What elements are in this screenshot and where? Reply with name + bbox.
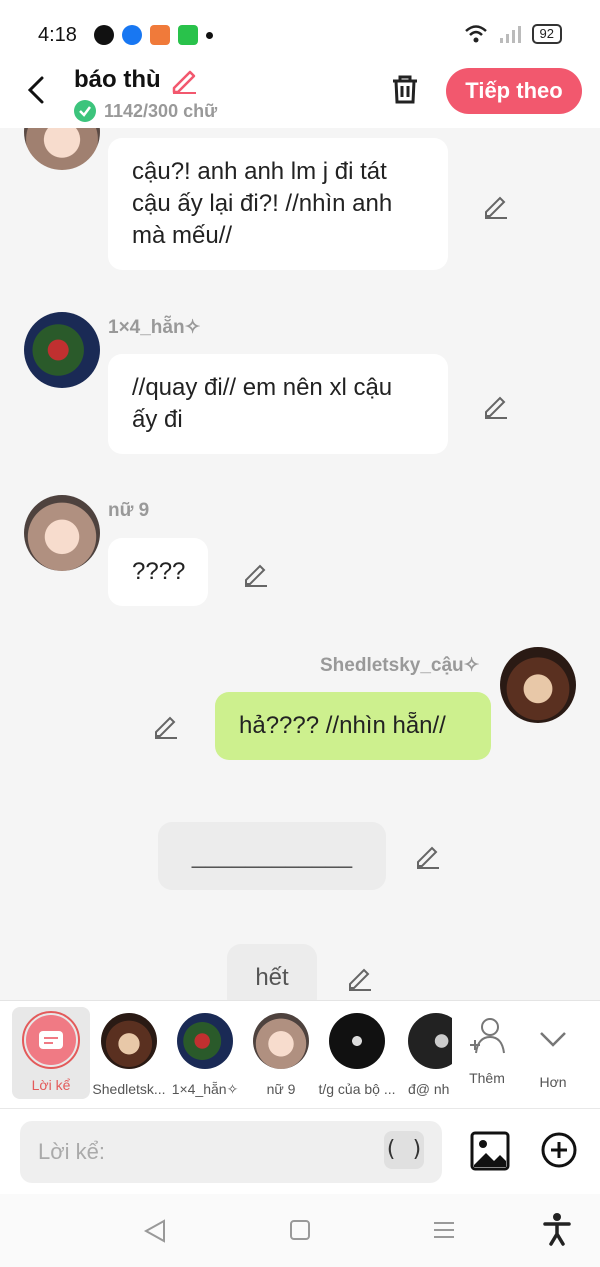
character-1x4-han[interactable]: 1×4_hẵn✧ (164, 1011, 246, 1098)
battery-indicator: 92 (531, 24, 562, 44)
character-nu9[interactable]: nữ 9 (240, 1011, 322, 1097)
character-label: Shedletsk... (92, 1081, 166, 1097)
add-icon[interactable] (540, 1131, 578, 1169)
avatar-nu9[interactable] (24, 495, 100, 571)
avatar (177, 1013, 233, 1069)
character-label: đ@ nh (408, 1081, 450, 1097)
chat-area[interactable]: cậu?! anh anh lm j đi tát cậu ấy lại đi?… (0, 128, 600, 1000)
character-label: 1×4_hẵn✧ (171, 1081, 239, 1097)
character-narrator[interactable]: Lời kể (12, 1007, 90, 1099)
edit-message-icon[interactable] (482, 392, 510, 420)
narration-input[interactable]: Lời kể: (20, 1121, 442, 1183)
action-parentheses-button[interactable]: ( ) (384, 1131, 424, 1169)
others-label: Hơn (539, 1074, 567, 1090)
nav-home-icon[interactable] (288, 1218, 312, 1242)
status-right: 92 (464, 24, 562, 44)
more-notifications-dot (206, 31, 213, 39)
edit-message-icon[interactable] (482, 192, 510, 220)
avatar (408, 1013, 452, 1069)
edit-message-icon[interactable] (414, 842, 442, 870)
avatar (329, 1013, 385, 1069)
trash-icon[interactable] (388, 72, 422, 106)
character-dn[interactable]: đ@ nh (392, 1011, 452, 1097)
accessibility-icon[interactable] (542, 1212, 572, 1246)
add-person-icon (470, 1018, 505, 1054)
message-bubble[interactable]: cậu?! anh anh lm j đi tát cậu ấy lại đi?… (108, 138, 448, 270)
edit-message-icon[interactable] (346, 964, 374, 992)
chevron-down-icon (540, 1032, 566, 1047)
character-label: Lời kể (31, 1077, 71, 1093)
message-bubble[interactable]: //quay đi// em nên xl cậu ấy đi (108, 354, 448, 454)
edit-message-icon[interactable] (152, 712, 180, 740)
narrator-icon (26, 1015, 76, 1065)
game-app-icon (150, 25, 170, 45)
character-label: nữ 9 (266, 1081, 296, 1097)
character-shedletsky[interactable]: Shedletsk... (88, 1011, 170, 1097)
check-icon (74, 100, 96, 122)
more-label: Thêm (469, 1070, 505, 1086)
avatar (253, 1013, 309, 1069)
status-bar: 4:18 92 (0, 0, 600, 60)
edit-message-icon[interactable] (242, 560, 270, 588)
system-nav-bar (0, 1194, 600, 1267)
messenger-icon (94, 25, 114, 45)
message-bubble[interactable]: ???? (108, 538, 208, 606)
avatar-1x4-han[interactable] (24, 312, 100, 388)
story-title[interactable]: báo thù (74, 66, 161, 94)
character-name: nữ 9 (108, 500, 150, 521)
notification-icons (94, 25, 213, 45)
more-button[interactable]: Hơn (520, 1011, 586, 1090)
edit-title-icon[interactable] (170, 66, 198, 94)
add-character-button[interactable]: Thêm (452, 1011, 522, 1086)
character-name: 1×4_hẵn✧ (108, 317, 201, 338)
signal-icon (499, 26, 521, 43)
character-tg[interactable]: t/g của bộ ... (316, 1011, 398, 1097)
nav-back-icon[interactable] (142, 1218, 168, 1244)
status-time: 4:18 (38, 24, 77, 46)
word-count-text: 1142/300 chữ (104, 100, 218, 121)
image-icon[interactable] (470, 1131, 510, 1171)
wifi-icon (464, 25, 487, 43)
character-selector: Lời kể Shedletsk... 1×4_hẵn✧ nữ 9 t/g củ… (0, 1000, 600, 1108)
avatar-shedletsky[interactable] (500, 647, 576, 723)
grid-app-icon (178, 25, 198, 45)
input-bar: Lời kể: ( ) (0, 1108, 600, 1194)
facebook-icon (122, 25, 142, 45)
word-count: 1142/300 chữ (74, 100, 217, 122)
narrator-ring (22, 1011, 80, 1069)
editor-header: báo thù 1142/300 chữ Tiếp theo (0, 60, 600, 128)
next-button[interactable]: Tiếp theo (446, 68, 582, 114)
message-bubble-self[interactable]: hả???? //nhìn hẵn// (215, 692, 491, 760)
back-arrow-icon[interactable] (22, 72, 54, 108)
character-name: Shedletsky_cậu✧ (320, 655, 480, 676)
nav-recents-icon[interactable] (432, 1218, 456, 1242)
narration-bubble[interactable]: ____________ (158, 822, 386, 890)
avatar (101, 1013, 157, 1069)
avatar-nu9[interactable] (24, 128, 100, 170)
narration-bubble[interactable]: hết (227, 944, 317, 1000)
character-label: t/g của bộ ... (318, 1081, 396, 1097)
